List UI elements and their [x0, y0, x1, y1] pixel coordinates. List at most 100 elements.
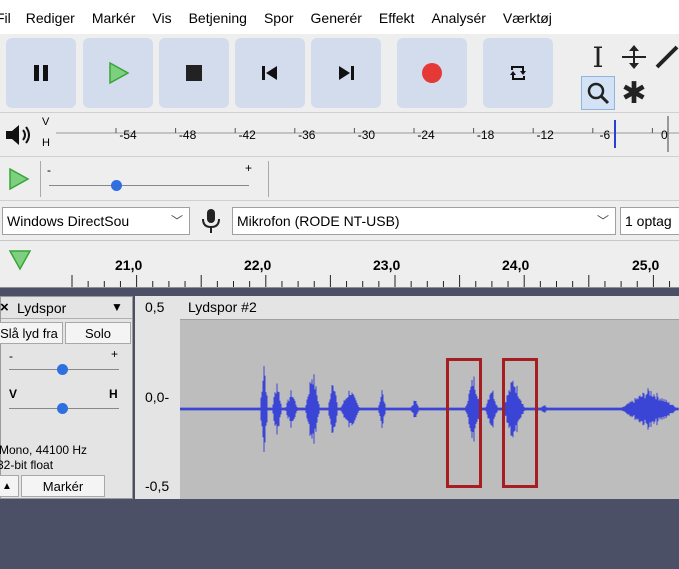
pan-slider[interactable]: V H: [1, 387, 132, 421]
track-format-bitdepth: 32-bit float: [0, 458, 54, 472]
amplitude-bottom-label: -0,5: [145, 478, 170, 494]
meter-tick-label: -18: [477, 128, 495, 142]
menu-edit[interactable]: Rediger: [26, 8, 75, 26]
meter-tick-label: -48: [179, 128, 197, 142]
skip-to-end-button[interactable]: [311, 38, 381, 108]
menu-file[interactable]: Fil: [0, 8, 11, 26]
playback-speed-slider[interactable]: - +: [40, 161, 265, 197]
solo-button[interactable]: Solo: [65, 322, 131, 344]
meter-tick-label: -6: [599, 128, 610, 142]
envelope-icon: [622, 45, 646, 69]
timeline-play-marker-icon[interactable]: [8, 249, 32, 271]
play-button[interactable]: [83, 38, 153, 108]
amplitude-top-label: 0,5: [145, 299, 165, 315]
waveform: [179, 366, 679, 452]
meter-tick-label: -42: [239, 128, 257, 142]
record-button[interactable]: [397, 38, 467, 108]
record-icon: [422, 63, 442, 83]
meter-tick-label: -54: [119, 128, 137, 142]
playback-meter[interactable]: -54 -48 -42 -36 -30 -24 -18 -12 -6 0: [56, 116, 679, 152]
meter-tick-label: -24: [417, 128, 435, 142]
tools-toolbar: I ✱: [577, 40, 679, 112]
speed-minus-label: -: [47, 163, 51, 177]
timeline-label: 24,0: [502, 257, 530, 273]
menu-transport[interactable]: Betjening: [189, 8, 247, 26]
play-at-speed-button[interactable]: [6, 166, 32, 192]
recording-channels-value: 1 optag: [625, 213, 672, 229]
menu-generate[interactable]: Generér: [311, 8, 362, 26]
skip-to-start-icon: [262, 66, 277, 80]
skip-to-end-icon: [339, 66, 354, 80]
zoom-tool[interactable]: [581, 76, 615, 110]
mute-button[interactable]: Slå lyd fra: [0, 322, 63, 344]
gain-slider-thumb[interactable]: [57, 364, 68, 375]
clip-title-bar[interactable]: Lydspor #2: [180, 296, 679, 320]
menu-bar: Fil Rediger Markér Vis Betjening Spor Ge…: [0, 0, 679, 34]
track-select-label: Markér: [42, 478, 84, 494]
collapse-arrow-icon: ▲: [2, 480, 12, 492]
meter-v-label: V: [42, 116, 50, 128]
amplitude-ruler: 0,5 0,0- -0,5: [135, 296, 180, 499]
timeline-label: 25,0: [632, 257, 660, 273]
selection-tool-icon: I: [592, 40, 604, 74]
amplitude-mid-label: 0,0-: [145, 389, 170, 405]
audio-host-select[interactable]: Windows DirectSou ﹀: [2, 207, 190, 235]
track-area: × Lydspor ▼ Slå lyd fra Solo - + V H Mon…: [0, 288, 679, 512]
pan-left-label: V: [9, 387, 18, 401]
pause-icon: [34, 65, 48, 81]
meter-tick-label: -12: [537, 128, 555, 142]
clip-name: Lydspor #2: [188, 299, 257, 315]
recording-channels-select[interactable]: 1 optag: [620, 207, 679, 235]
track-menu-dropdown-icon[interactable]: ▼: [111, 300, 123, 314]
play-at-speed-icon: [9, 167, 30, 191]
recording-device-select[interactable]: Mikrofon (RODE NT-USB) ﹀: [232, 207, 616, 235]
timeline-label: 23,0: [373, 257, 401, 273]
play-icon: [109, 61, 130, 85]
speaker-icon[interactable]: [4, 123, 32, 147]
menu-analyze[interactable]: Analysér: [431, 8, 485, 26]
multi-tool[interactable]: ✱: [617, 76, 651, 110]
timeline-label: 22,0: [244, 257, 272, 273]
selection-tool[interactable]: I: [581, 40, 615, 74]
loop-icon: [510, 66, 526, 80]
envelope-tool[interactable]: [617, 40, 651, 74]
stop-button[interactable]: [159, 38, 229, 108]
chevron-down-icon: ﹀: [170, 214, 183, 228]
recording-device-value: Mikrofon (RODE NT-USB): [237, 213, 400, 229]
pan-right-label: H: [109, 387, 118, 401]
skip-to-start-button[interactable]: [235, 38, 305, 108]
chevron-down-icon: ﹀: [596, 214, 609, 228]
draw-icon: [655, 45, 679, 69]
menu-tracks[interactable]: Spor: [264, 8, 294, 26]
collapse-track-button[interactable]: ▲: [0, 475, 19, 497]
meter-tick-label: 0: [661, 128, 668, 142]
loop-button[interactable]: [483, 38, 553, 108]
gain-plus-label: +: [111, 347, 119, 361]
gain-minus-label: -: [9, 349, 13, 363]
track-name-menu[interactable]: Lydspor: [17, 300, 66, 316]
highlight-box: [446, 358, 482, 488]
track-select-button[interactable]: Markér: [21, 475, 105, 497]
meter-tick-label: -36: [298, 128, 316, 142]
menu-view[interactable]: Vis: [152, 8, 171, 26]
menu-tools[interactable]: Værktøj: [503, 8, 552, 26]
pan-slider-thumb[interactable]: [57, 403, 68, 414]
draw-tool[interactable]: [653, 40, 679, 74]
timeline-ruler[interactable]: 21,0 22,0 23,0 24,0 25,0: [0, 240, 679, 289]
menu-effect[interactable]: Effekt: [379, 8, 415, 26]
track-control-panel: × Lydspor ▼ Slå lyd fra Solo - + V H Mon…: [0, 296, 133, 499]
waveform-area[interactable]: [179, 320, 679, 499]
speed-slider-thumb[interactable]: [111, 180, 122, 191]
device-toolbar: Windows DirectSou ﹀ Mikrofon (RODE NT-US…: [0, 200, 679, 240]
multi-tool-icon: ✱: [621, 76, 647, 110]
menu-select[interactable]: Markér: [92, 8, 136, 26]
solo-label: Solo: [84, 325, 112, 341]
highlight-box: [502, 358, 538, 488]
play-at-speed-toolbar: - +: [0, 156, 679, 200]
gain-slider[interactable]: - +: [1, 347, 132, 383]
pause-button[interactable]: [6, 38, 76, 108]
meter-toolbar: V H -54 -48 -42 -36 -30 -24 -18 -12 -6 0: [0, 112, 679, 156]
track-close-button[interactable]: ×: [0, 299, 9, 316]
microphone-icon: [202, 209, 220, 233]
stop-icon: [186, 65, 202, 81]
